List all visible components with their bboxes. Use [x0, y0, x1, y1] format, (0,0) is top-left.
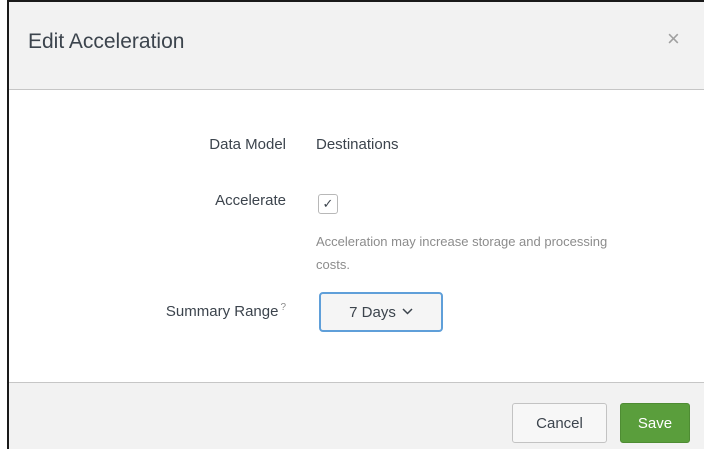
- dialog-header: Edit Acceleration ×: [9, 2, 704, 90]
- summary-range-selected: 7 Days: [349, 303, 396, 321]
- summary-range-label-text: Summary Range: [165, 303, 279, 320]
- accelerate-checkbox[interactable]: ✓: [318, 194, 338, 214]
- data-model-value: Destinations: [316, 136, 399, 153]
- summary-range-label: Summary Range?: [166, 302, 286, 320]
- data-model-label: Data Model: [209, 136, 286, 153]
- save-button[interactable]: Save: [620, 403, 690, 443]
- accelerate-label: Accelerate: [215, 192, 286, 209]
- dialog-footer: Cancel Save: [9, 382, 704, 449]
- accelerate-help-text: Acceleration may increase storage and pr…: [316, 234, 608, 272]
- dialog-title: Edit Acceleration: [28, 30, 185, 53]
- screen: Edit Acceleration × Data Model Destinati…: [0, 0, 704, 449]
- edit-acceleration-dialog: Edit Acceleration × Data Model Destinati…: [7, 0, 704, 449]
- help-icon[interactable]: ?: [280, 302, 286, 313]
- close-icon[interactable]: ×: [667, 28, 680, 50]
- chevron-down-icon: [402, 306, 413, 318]
- cancel-button[interactable]: Cancel: [512, 403, 607, 443]
- summary-range-dropdown[interactable]: 7 Days: [319, 292, 443, 332]
- checkmark-icon: ✓: [322, 196, 334, 211]
